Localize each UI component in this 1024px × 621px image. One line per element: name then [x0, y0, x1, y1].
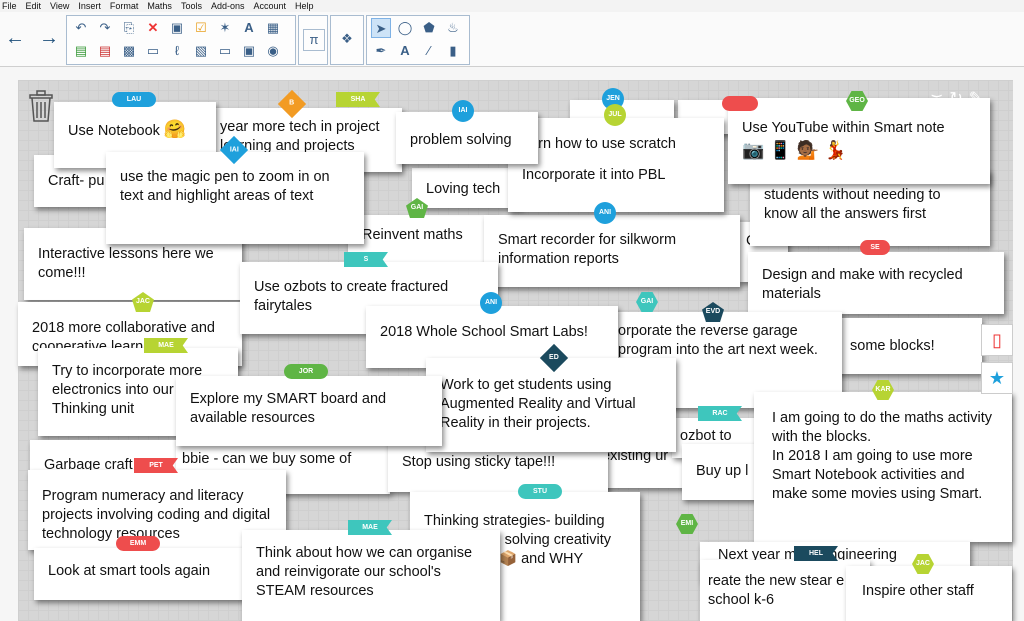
- menu-help[interactable]: Help: [295, 1, 314, 11]
- author-tag: EMM: [116, 536, 160, 551]
- toolbar: ← → ↶ ↷ ⎘ ✕ ▣ ☑ ✶ A ▦ ▤ ▤ ▩ ▭ ℓ ▧ ▭ ▣ ◉ …: [0, 12, 1024, 67]
- maths-pi-icon[interactable]: π: [303, 29, 325, 51]
- note[interactable]: reate the new stear e school k-6: [700, 560, 870, 621]
- menu-format[interactable]: Format: [110, 1, 139, 11]
- author-tag: [722, 96, 758, 111]
- note[interactable]: Inspire other staff: [846, 566, 1012, 621]
- mute-icon[interactable]: ≍: [930, 90, 949, 107]
- author-tag: STU: [518, 484, 562, 499]
- shape-pen-icon[interactable]: ◯: [395, 18, 415, 38]
- toolbar-group-addons: ❖: [330, 15, 364, 65]
- pen-icon[interactable]: ✒: [371, 41, 391, 61]
- author-tag: LAU: [112, 92, 156, 107]
- menu-file[interactable]: File: [2, 1, 17, 11]
- note[interactable]: some blocks!: [836, 318, 982, 374]
- author-tag: JUL: [604, 104, 626, 126]
- select-cursor-icon[interactable]: ➤: [371, 18, 391, 38]
- phone-icon[interactable]: ▯: [981, 324, 1013, 356]
- record-icon[interactable]: ▭: [215, 41, 235, 61]
- menu-tools[interactable]: Tools: [181, 1, 202, 11]
- note[interactable]: Design and make with recycled materials: [748, 252, 1004, 314]
- author-tag: PET: [134, 458, 178, 473]
- menu-insert[interactable]: Insert: [78, 1, 101, 11]
- magic-pen-icon[interactable]: ✶: [215, 18, 235, 38]
- menu-view[interactable]: View: [50, 1, 69, 11]
- canvas-controls: ≍↻✎: [930, 88, 988, 108]
- note[interactable]: earn how to use scratch Incorporate it in…: [508, 118, 724, 212]
- author-tag: IAI: [452, 100, 474, 122]
- redo-icon[interactable]: ↷: [95, 18, 115, 38]
- line-icon[interactable]: ∕: [419, 41, 439, 61]
- capture-icon[interactable]: ◉: [263, 41, 283, 61]
- screen-icon[interactable]: ▭: [143, 41, 163, 61]
- camera-phone-emoji: 📷 📱 💁🏾 💃: [742, 140, 847, 160]
- author-tag: SHA: [336, 92, 380, 107]
- puzzle-icon[interactable]: ❖: [337, 29, 357, 49]
- note[interactable]: Look at smart tools again: [34, 548, 244, 600]
- author-tag: HEL: [794, 546, 838, 561]
- author-tag: MAE: [348, 520, 392, 535]
- spell-check-icon[interactable]: A: [239, 18, 259, 38]
- save-icon[interactable]: ▩: [119, 41, 139, 61]
- menu-bar: File Edit View Insert Format Maths Tools Add-on…: [0, 0, 1024, 12]
- eraser-icon[interactable]: ▮: [443, 41, 463, 61]
- attach-icon[interactable]: ℓ: [167, 41, 187, 61]
- author-tag: RAC: [698, 406, 742, 421]
- delete-icon[interactable]: ✕: [143, 18, 163, 38]
- menu-maths[interactable]: Maths: [147, 1, 172, 11]
- paste-icon[interactable]: ⎘: [119, 18, 139, 38]
- fullscreen-icon[interactable]: ▣: [239, 41, 259, 61]
- hugging-face-emoji: 🤗: [163, 119, 187, 139]
- toolbar-group-maths: π: [298, 15, 328, 65]
- author-tag: SE: [860, 240, 890, 255]
- note[interactable]: I am going to do the maths activity with…: [754, 392, 1012, 542]
- pencil-icon[interactable]: ✎: [969, 90, 988, 107]
- duplicate-page-icon[interactable]: ▤: [95, 41, 115, 61]
- menu-account[interactable]: Account: [253, 1, 286, 11]
- author-tag: S: [344, 252, 388, 267]
- note[interactable]: use the magic pen to zoom in on text and…: [106, 152, 364, 244]
- note[interactable]: Think about how we can organise and rein…: [242, 530, 500, 621]
- add-page-icon[interactable]: ▤: [71, 41, 91, 61]
- toolbar-group-page: ↶ ↷ ⎘ ✕ ▣ ☑ ✶ A ▦ ▤ ▤ ▩ ▭ ℓ ▧ ▭ ▣ ◉: [66, 15, 296, 65]
- refresh-icon[interactable]: ↻: [949, 90, 968, 107]
- note[interactable]: Work to get students using Augmented Rea…: [426, 358, 676, 452]
- toolbar-group-tools: ➤ ◯ ⬟ ♨ ✒ A ∕ ▮: [366, 15, 470, 65]
- undo-icon[interactable]: ↶: [71, 18, 91, 38]
- display-icon[interactable]: ▧: [191, 41, 211, 61]
- star-icon[interactable]: ★: [981, 362, 1013, 394]
- author-tag: MAE: [144, 338, 188, 353]
- screen-shade-icon[interactable]: ▣: [167, 18, 187, 38]
- eraser-shape-icon[interactable]: ⬟: [419, 18, 439, 38]
- note[interactable]: Smart recorder for silkworm information …: [484, 215, 740, 287]
- author-tag: ANI: [594, 202, 616, 224]
- checkbox-icon[interactable]: ☑: [191, 18, 211, 38]
- note[interactable]: Explore my SMART board and available res…: [176, 376, 442, 446]
- note[interactable]: Loving tech: [412, 168, 522, 208]
- menu-addons[interactable]: Add-ons: [211, 1, 245, 11]
- author-tag: JOR: [284, 364, 328, 379]
- arrow-left-icon[interactable]: ←: [4, 26, 26, 50]
- table-icon[interactable]: ▦: [263, 18, 283, 38]
- trash-icon[interactable]: [28, 90, 54, 122]
- text-tool-icon[interactable]: A: [395, 41, 415, 61]
- menu-edit[interactable]: Edit: [26, 1, 42, 11]
- author-tag: ANI: [480, 292, 502, 314]
- package-emoji: 📦: [498, 551, 518, 567]
- arrow-right-icon[interactable]: →: [38, 26, 60, 50]
- fill-icon[interactable]: ♨: [443, 18, 463, 38]
